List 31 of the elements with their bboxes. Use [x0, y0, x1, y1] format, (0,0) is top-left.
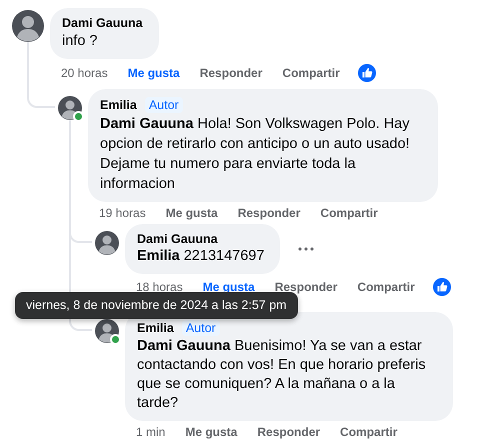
author-name[interactable]: Emilia	[100, 98, 137, 112]
reply-link[interactable]: Responder	[274, 280, 338, 294]
timestamp-link[interactable]: 19 horas	[99, 206, 146, 220]
thumbs-up-icon[interactable]	[358, 64, 376, 82]
avatar-icon[interactable]	[12, 10, 44, 42]
avatar-icon[interactable]	[95, 231, 119, 255]
timestamp-link[interactable]: 1 min	[136, 425, 166, 439]
like-link[interactable]: Me gusta	[166, 206, 218, 220]
more-icon[interactable]	[298, 247, 314, 251]
share-link[interactable]: Compartir	[320, 206, 378, 220]
author-name[interactable]: Emilia	[137, 321, 174, 335]
like-link[interactable]: Me gusta	[128, 66, 180, 80]
thumbs-up-icon[interactable]	[432, 278, 451, 296]
author-name[interactable]: Dami Gauuna	[62, 16, 143, 30]
reply-link[interactable]: Responder	[257, 425, 320, 439]
author-badge: Autor	[182, 320, 220, 336]
author-name[interactable]: Dami Gauuna	[137, 232, 218, 246]
reply-link[interactable]: Responder	[238, 206, 300, 220]
share-link[interactable]: Compartir	[357, 280, 415, 294]
timestamp-link[interactable]: 20 horas	[61, 66, 108, 80]
date-tooltip: viernes, 8 de noviembre de 2024 a las 2:57 pm	[15, 292, 298, 319]
reply-link[interactable]: Responder	[200, 66, 262, 80]
comment-text: info ?	[62, 32, 98, 51]
comment-text: Dami Gauuna Hola! Son Volkswagen Polo. Hay opcion de retirarlo con anticipo o un auto usado! Dejame tu numero para enviarte toda la informacion	[100, 115, 411, 194]
like-link[interactable]: Me gusta	[185, 425, 238, 439]
author-badge: Autor	[144, 97, 183, 113]
timestamp-link[interactable]: 18 horas	[136, 280, 183, 294]
comment-text: Dami Gauuna Buenisimo! Ya se van a estar contactando con vos! En que horario preferis que se comuniquen? A la mañana o a la tarde?	[137, 337, 427, 413]
share-link[interactable]: Compartir	[340, 425, 398, 439]
share-link[interactable]: Compartir	[282, 66, 340, 80]
comment-text: Emilia 2213147697	[137, 247, 264, 266]
